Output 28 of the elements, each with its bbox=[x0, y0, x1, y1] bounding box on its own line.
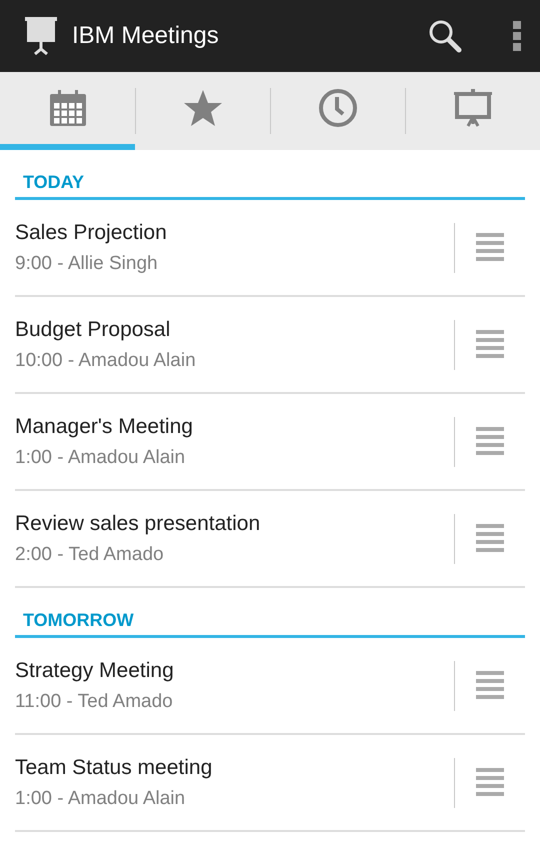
meeting-detail: 2:00 - Ted Amado bbox=[15, 544, 165, 566]
meeting-title[interactable]: Sales Projection bbox=[15, 220, 454, 244]
section-header: TOMORROW bbox=[15, 608, 525, 638]
menu-icon[interactable] bbox=[476, 768, 504, 798]
clock-icon bbox=[318, 88, 358, 128]
meeting-detail: 1:00 - Amadou Alain bbox=[15, 446, 186, 468]
meeting-detail: 1:00 - Amadou Alain bbox=[15, 788, 186, 810]
meeting-title[interactable]: Manager's Meeting bbox=[15, 414, 454, 438]
presentation-board-icon bbox=[452, 89, 492, 127]
meeting-detail: 10:00 - Amadou Alain bbox=[15, 350, 197, 372]
menu-icon[interactable] bbox=[476, 670, 504, 700]
meeting-title[interactable]: Team Status meeting bbox=[15, 756, 454, 780]
star-icon bbox=[182, 89, 222, 127]
menu-icon[interactable] bbox=[476, 426, 504, 456]
meeting-title[interactable]: Strategy Meeting bbox=[15, 658, 454, 682]
presentation-board-icon bbox=[24, 17, 58, 55]
meeting-detail: 9:00 - Allie Singh bbox=[15, 252, 159, 274]
menu-icon[interactable] bbox=[476, 232, 504, 262]
overflow-menu-icon[interactable] bbox=[512, 20, 522, 52]
app-title: IBM Meetings bbox=[72, 22, 220, 50]
meeting-title[interactable]: Review sales presentation bbox=[15, 512, 454, 536]
section-header: TODAY bbox=[15, 170, 525, 200]
calendar-icon bbox=[48, 89, 86, 127]
meeting-detail: 11:00 - Ted Amado bbox=[15, 690, 174, 712]
menu-icon[interactable] bbox=[476, 524, 504, 554]
meeting-title[interactable]: Budget Proposal bbox=[15, 318, 454, 342]
menu-icon[interactable] bbox=[476, 330, 504, 360]
search-icon[interactable] bbox=[428, 19, 462, 53]
